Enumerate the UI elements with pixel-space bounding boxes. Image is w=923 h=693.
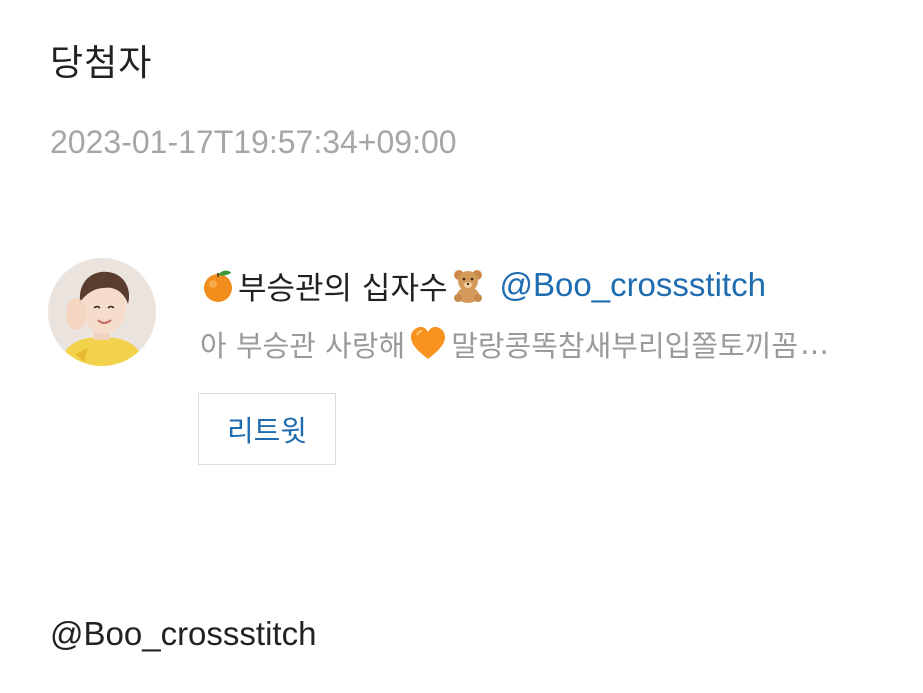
teddy-bear-icon [450, 267, 486, 303]
preview-text-end: 말랑콩똑참새부리입쫄토끼꼼 [451, 329, 799, 363]
tweet-user-line: 부승관의 십자수 @Boo_crossstitch [200, 263, 766, 307]
timestamp: 2023-01-17T19:57:34+09:00 [50, 124, 457, 160]
profile-photo-icon [48, 258, 156, 366]
display-name[interactable]: 부승관의 십자수 [238, 263, 448, 308]
page-title: 당첨자 [50, 43, 153, 84]
footer-handle: @Boo_crossstitch [50, 615, 317, 652]
retweet-button[interactable]: 리트윗 [198, 393, 336, 465]
tweet-preview-text[interactable]: 아 부승관 사랑해 말랑콩똑참새부리입쫄토끼꼼 … [200, 322, 890, 366]
winner-page: 당첨자 2023-01-17T19:57:34+09:00 부승관의 십자수 @… [0, 0, 923, 693]
tweet-handle-link[interactable]: @Boo_crossstitch [500, 266, 766, 304]
avatar[interactable] [48, 258, 156, 366]
preview-ellipsis: … [800, 327, 830, 361]
preview-text-start: 아 부승관 사랑해 [200, 329, 406, 363]
tangerine-icon [200, 267, 236, 303]
orange-heart-icon [409, 326, 447, 362]
